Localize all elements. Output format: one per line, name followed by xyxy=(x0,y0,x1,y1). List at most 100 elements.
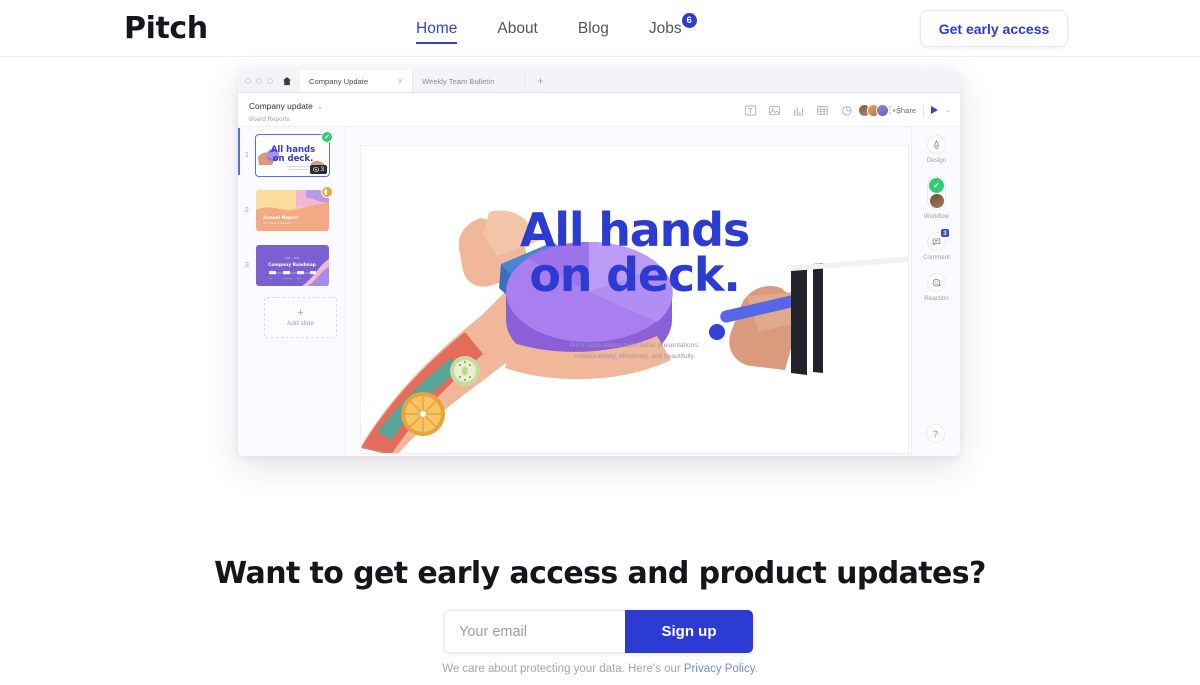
get-early-access-label: Get early access xyxy=(938,20,1050,37)
brand-logo[interactable]: Pitch xyxy=(124,11,208,46)
svg-text:on deck.: on deck. xyxy=(273,154,314,164)
pen-icon xyxy=(934,140,939,149)
deck-title: Company update xyxy=(249,101,313,112)
window-controls xyxy=(238,70,273,92)
reaction-button[interactable] xyxy=(927,273,946,292)
avatar xyxy=(875,103,889,117)
sidebar-item-workflow-label: Workflow xyxy=(923,213,950,220)
comment-button[interactable]: 3 xyxy=(927,228,950,251)
slide-heading-line2: on deck. xyxy=(529,248,740,303)
divider xyxy=(923,103,925,117)
slide-thumbnail-1[interactable]: 1 All hands on deck. ✓ 3 xyxy=(238,131,333,177)
play-icon[interactable] xyxy=(931,106,939,114)
plus-icon: + xyxy=(297,307,304,319)
window-close-dot[interactable] xyxy=(245,78,251,84)
tab-weekly-team-bulletin-label: Weekly Team Bulletin xyxy=(422,76,495,86)
privacy-note-text: We care about protecting your data. Here… xyxy=(442,663,684,675)
text-box-icon[interactable] xyxy=(744,104,757,117)
svg-text:Company Roadmap: Company Roadmap xyxy=(268,262,316,268)
tab-weekly-team-bulletin[interactable]: Weekly Team Bulletin xyxy=(413,70,526,92)
slide-2-artwork: Annual Report Our Year in Review xyxy=(256,190,329,231)
slide-heading-line1: All hands xyxy=(519,203,750,257)
tab-company-update-label: Company Update xyxy=(309,76,369,86)
sidebar-item-comment[interactable]: 3 Comment xyxy=(912,228,960,261)
workflow-status-pill[interactable]: ✓ xyxy=(927,176,946,210)
close-icon[interactable]: × xyxy=(398,76,403,86)
help-button[interactable]: ? xyxy=(926,424,945,443)
nav-link-blog-label: Blog xyxy=(577,20,609,37)
signup-button[interactable]: Sign up xyxy=(625,610,753,653)
home-icon xyxy=(282,76,292,86)
nav-link-home-label: Home xyxy=(416,20,458,37)
email-signup-form: Sign up xyxy=(444,610,753,653)
get-early-access-button[interactable]: Get early access xyxy=(920,10,1068,47)
eye-icon xyxy=(312,167,319,172)
svg-text:Planning: Planning xyxy=(283,278,292,280)
main-nav-links: Home About Blog Jobs 6 xyxy=(416,0,697,57)
reaction-smiley-icon xyxy=(932,278,941,286)
nav-link-about[interactable]: About xyxy=(497,2,538,55)
new-tab-button[interactable]: + xyxy=(526,70,555,92)
avatar xyxy=(929,193,944,208)
slide-thumbnail-3[interactable]: 3 2021 – 2023 Company Roadmap Q1 Plannin… xyxy=(238,245,329,286)
slide-comment-badge[interactable]: 3 xyxy=(309,165,327,174)
slide-number: 1 xyxy=(245,152,249,159)
pie-chart-icon[interactable] xyxy=(840,104,853,117)
slide-subtitle: Pitch helps teams build better presentat… xyxy=(361,341,908,363)
active-slide[interactable]: All hands on deck. Pitch helps teams bui… xyxy=(360,145,909,454)
chevron-down-icon[interactable]: ⌄ xyxy=(945,106,951,114)
privacy-note-suffix: . xyxy=(754,663,758,675)
share-button[interactable]: Share xyxy=(896,106,916,115)
privacy-policy-link[interactable]: Privacy Policy xyxy=(684,663,755,675)
slide-preview: Annual Report Our Year in Review xyxy=(256,190,329,231)
add-slide-label: Add slide xyxy=(286,320,315,327)
nav-link-blog[interactable]: Blog xyxy=(578,2,609,55)
svg-text:2021 – 2023: 2021 – 2023 xyxy=(285,257,300,260)
image-icon[interactable] xyxy=(768,104,781,117)
email-input[interactable] xyxy=(459,623,646,640)
jobs-count-badge: 6 xyxy=(681,13,697,28)
sidebar-item-design-label: Design xyxy=(926,157,947,164)
sidebar-item-design[interactable]: Design xyxy=(912,135,960,164)
email-field-wrapper[interactable] xyxy=(444,610,646,653)
deck-breadcrumb[interactable]: Company update ⌄ Board Reports xyxy=(238,96,323,123)
slide-thumbnail-rail: 1 All hands on deck. ✓ 3 2 Annual Report… xyxy=(238,127,346,456)
slide-comment-count: 3 xyxy=(320,166,324,173)
question-mark-icon: ? xyxy=(932,428,938,439)
slide-subtitle-line2: collaboratively, effectively, and beauti… xyxy=(573,352,696,360)
sidebar-item-workflow[interactable]: ✓ Workflow xyxy=(912,176,960,220)
app-screenshot-window: Company Update × Weekly Team Bulletin + … xyxy=(238,70,960,456)
design-button[interactable] xyxy=(927,135,946,154)
bar-chart-icon[interactable] xyxy=(792,104,805,117)
sidebar-item-reaction[interactable]: Reaction xyxy=(912,273,960,302)
chevron-down-icon[interactable]: ⌄ xyxy=(317,104,323,111)
slide-canvas-area: All hands on deck. Pitch helps teams bui… xyxy=(346,127,960,456)
add-slide-button[interactable]: + Add slide xyxy=(264,297,337,338)
slide-subtitle-line1: Pitch helps teams build better presentat… xyxy=(569,342,700,349)
svg-text:Our Year in Review: Our Year in Review xyxy=(263,221,292,225)
slide-3-artwork: 2021 – 2023 Company Roadmap Q1 Planning … xyxy=(256,245,329,286)
home-button[interactable] xyxy=(273,70,300,92)
check-icon: ✓ xyxy=(929,178,944,194)
window-minimize-dot[interactable] xyxy=(256,78,262,84)
slide-number: 3 xyxy=(245,262,249,269)
slide-thumbnail-2[interactable]: 2 Annual Report Our Year in Review xyxy=(238,186,333,231)
browser-tab-strip: Company Update × Weekly Team Bulletin + xyxy=(238,70,960,93)
deck-subtitle: Board Reports xyxy=(249,115,290,123)
table-icon[interactable] xyxy=(816,104,829,117)
collaborator-avatars[interactable] xyxy=(857,103,889,117)
app-toolbar: Company update ⌄ Board Reports Share ⌄ xyxy=(238,93,960,127)
nav-link-home[interactable]: Home xyxy=(416,2,458,55)
nav-link-jobs[interactable]: Jobs 6 xyxy=(649,2,697,55)
slide-number: 2 xyxy=(245,207,249,214)
svg-text:Build: Build xyxy=(297,278,303,280)
deck-title-row: Company update ⌄ xyxy=(249,96,323,114)
slide-approved-badge: ✓ xyxy=(321,131,333,143)
slide-heading: All hands on deck. xyxy=(361,203,908,303)
signup-heading: Want to get early access and product upd… xyxy=(214,556,986,591)
tab-company-update[interactable]: Company Update × xyxy=(300,70,413,92)
plus-icon: + xyxy=(537,74,545,88)
privacy-note: We care about protecting your data. Here… xyxy=(0,663,1200,675)
app-header-right-controls: Share ⌄ xyxy=(857,93,951,127)
svg-text:Ship: Ship xyxy=(310,278,315,280)
